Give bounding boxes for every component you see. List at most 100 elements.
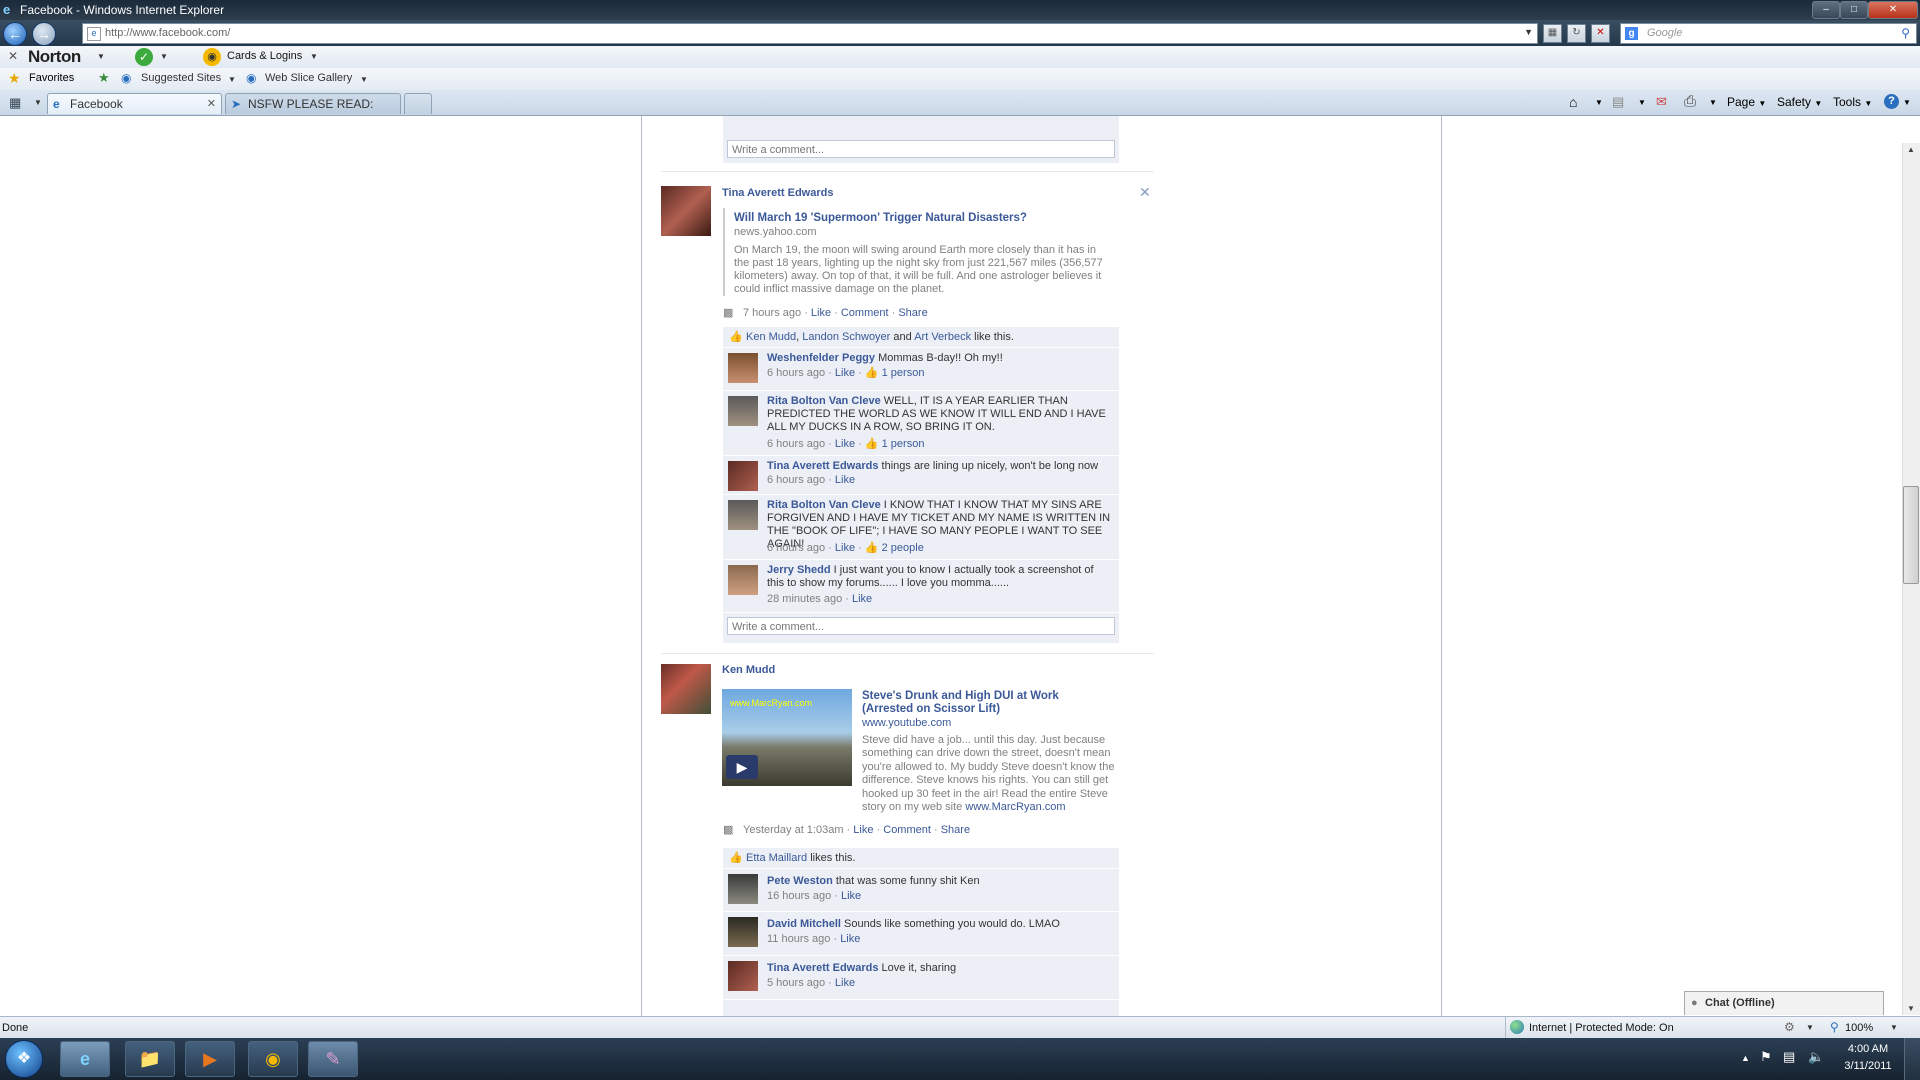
feeds-icon[interactable]: ▤ <box>1612 94 1624 110</box>
avatar[interactable] <box>661 664 711 714</box>
comment-like-link[interactable]: Like <box>835 438 855 450</box>
volume-icon[interactable]: 🔈 <box>1808 1049 1824 1065</box>
commenter-name[interactable]: Weshenfelder Peggy <box>767 352 875 364</box>
web-slice-gallery-link[interactable]: Web Slice Gallery <box>265 72 352 84</box>
comment-time[interactable]: 6 hours ago <box>767 474 825 486</box>
comment-like-link[interactable]: Like <box>835 474 855 486</box>
address-dropdown-icon[interactable]: ▼ <box>1524 27 1533 37</box>
commenter-name[interactable]: Rita Bolton Van Cleve <box>767 499 881 511</box>
add-favorites-icon[interactable]: ★ <box>98 70 110 86</box>
commenter-name[interactable]: Rita Bolton Van Cleve <box>767 395 881 407</box>
suggested-sites-link[interactable]: Suggested Sites <box>141 72 221 84</box>
norton-logo[interactable]: Norton <box>28 47 81 67</box>
avatar[interactable] <box>661 186 711 236</box>
comment-time[interactable]: 6 hours ago <box>767 438 825 450</box>
network-icon[interactable]: ▤ <box>1783 1049 1795 1065</box>
stop-button[interactable]: ✕ <box>1591 24 1610 43</box>
commenter-avatar[interactable] <box>728 917 758 947</box>
commenter-avatar[interactable] <box>728 874 758 904</box>
commenter-name[interactable]: Pete Weston <box>767 875 833 887</box>
feeds-dropdown-icon[interactable]: ▼ <box>1638 98 1646 107</box>
comment-time[interactable]: 5 hours ago <box>767 977 825 989</box>
print-dropdown-icon[interactable]: ▼ <box>1709 98 1717 107</box>
forward-button[interactable]: → <box>32 22 56 46</box>
taskbar-internet-explorer[interactable]: e <box>60 1041 110 1077</box>
taskbar-paint[interactable]: ✎ <box>308 1041 358 1077</box>
link-domain[interactable]: www.youtube.com <box>862 717 951 729</box>
commenter-avatar[interactable] <box>728 353 758 383</box>
close-toolbar-icon[interactable]: ✕ <box>8 49 18 63</box>
description-link[interactable]: www.MarcRyan.com <box>965 801 1065 813</box>
comment-time[interactable]: 6 hours ago <box>767 542 825 554</box>
comment-like-link[interactable]: Like <box>841 890 861 902</box>
comment-link[interactable]: Comment <box>841 307 889 319</box>
show-hidden-icons[interactable]: ▲ <box>1741 1053 1750 1063</box>
like-link[interactable]: Like <box>853 824 873 836</box>
commenter-name[interactable]: Jerry Shedd <box>767 564 831 576</box>
status-dropdown-icon[interactable]: ▼ <box>160 52 168 61</box>
new-tab-button[interactable] <box>404 93 432 114</box>
popup-blocker-icon[interactable]: ⚙ <box>1784 1020 1795 1034</box>
quick-tabs-icon[interactable]: ▦ <box>9 95 21 111</box>
taskbar-media-player[interactable]: ▶ <box>185 1041 235 1077</box>
commenter-name[interactable]: Tina Averett Edwards <box>767 460 878 472</box>
close-tab-icon[interactable]: ✕ <box>207 94 216 114</box>
home-dropdown-icon[interactable]: ▼ <box>1595 98 1603 107</box>
chat-bar[interactable]: ● Chat (Offline) <box>1684 991 1884 1015</box>
liker-link[interactable]: Etta Maillard <box>746 852 807 864</box>
search-box[interactable]: g Google ⚲ <box>1620 23 1917 44</box>
refresh-button[interactable]: ↻ <box>1567 24 1586 43</box>
comment-like-link[interactable]: Like <box>852 593 872 605</box>
clock-date[interactable]: 3/11/2011 <box>1840 1060 1896 1072</box>
maximize-button[interactable]: □ <box>1840 1 1868 19</box>
home-icon[interactable]: ⌂ <box>1569 94 1577 110</box>
liker-link[interactable]: Ken Mudd <box>746 331 796 343</box>
close-window-button[interactable]: ✕ <box>1868 1 1918 19</box>
commenter-avatar[interactable] <box>728 500 758 530</box>
help-dropdown-icon[interactable]: ▼ <box>1903 98 1911 107</box>
comment-input[interactable]: Write a comment... <box>727 140 1115 158</box>
link-title[interactable]: Will March 19 'Supermoon' Trigger Natura… <box>734 212 1027 224</box>
comment-input[interactable]: Write a comment... <box>727 617 1115 635</box>
commenter-name[interactable]: Tina Averett Edwards <box>767 962 878 974</box>
popup-dropdown-icon[interactable]: ▼ <box>1806 1023 1814 1032</box>
post-time[interactable]: Yesterday at 1:03am <box>743 824 844 836</box>
like-link[interactable]: Like <box>811 307 831 319</box>
page-menu[interactable]: Page ▼ <box>1727 95 1766 109</box>
search-icon[interactable]: ⚲ <box>1901 26 1910 40</box>
tab-facebook[interactable]: e Facebook ✕ <box>47 93 222 114</box>
commenter-avatar[interactable] <box>728 961 758 991</box>
comment-time[interactable]: 16 hours ago <box>767 890 831 902</box>
tab-nsfw[interactable]: ➤ NSFW PLEASE READ: NSF... <box>225 93 401 131</box>
video-thumbnail[interactable]: www.MarcRyan.com ▶ <box>722 689 852 786</box>
show-desktop-button[interactable] <box>1904 1038 1920 1080</box>
taskbar-explorer[interactable]: 📁 <box>125 1041 175 1077</box>
scroll-up-icon[interactable]: ▲ <box>1907 145 1915 154</box>
liker-link[interactable]: Landon Schwoyer <box>802 331 890 343</box>
comment-like-count[interactable]: 👍 2 people <box>865 542 924 554</box>
post-time[interactable]: 7 hours ago <box>743 307 801 319</box>
zoom-dropdown-icon[interactable]: ▼ <box>1890 1023 1898 1032</box>
share-link[interactable]: Share <box>898 307 927 319</box>
comment-time[interactable]: 6 hours ago <box>767 367 825 379</box>
back-button[interactable]: ← <box>3 22 27 46</box>
comment-link[interactable]: Comment <box>883 824 931 836</box>
link-title[interactable]: Steve's Drunk and High DUI at Work (Arre… <box>862 690 1112 716</box>
zoom-level[interactable]: 100% <box>1845 1022 1873 1034</box>
safety-menu[interactable]: Safety ▼ <box>1777 95 1822 109</box>
compatibility-view-button[interactable]: ▦ <box>1543 24 1562 43</box>
help-icon[interactable]: ? <box>1884 94 1899 109</box>
commenter-avatar[interactable] <box>728 396 758 426</box>
tools-menu[interactable]: Tools ▼ <box>1833 95 1872 109</box>
web-slice-dropdown-icon[interactable]: ▼ <box>360 75 368 84</box>
tab-list-dropdown-icon[interactable]: ▼ <box>34 98 42 107</box>
play-icon[interactable]: ▶ <box>726 755 758 779</box>
cards-logins-button[interactable]: Cards & Logins <box>227 50 302 62</box>
action-center-flag-icon[interactable]: ⚑ <box>1760 1049 1772 1065</box>
read-mail-icon[interactable]: ✉ <box>1656 94 1667 110</box>
comment-like-link[interactable]: Like <box>835 367 855 379</box>
norton-dropdown-icon[interactable]: ▼ <box>97 52 105 61</box>
comment-like-link[interactable]: Like <box>840 933 860 945</box>
comment-time[interactable]: 11 hours ago <box>767 933 830 945</box>
comment-time[interactable]: 28 minutes ago <box>767 593 842 605</box>
